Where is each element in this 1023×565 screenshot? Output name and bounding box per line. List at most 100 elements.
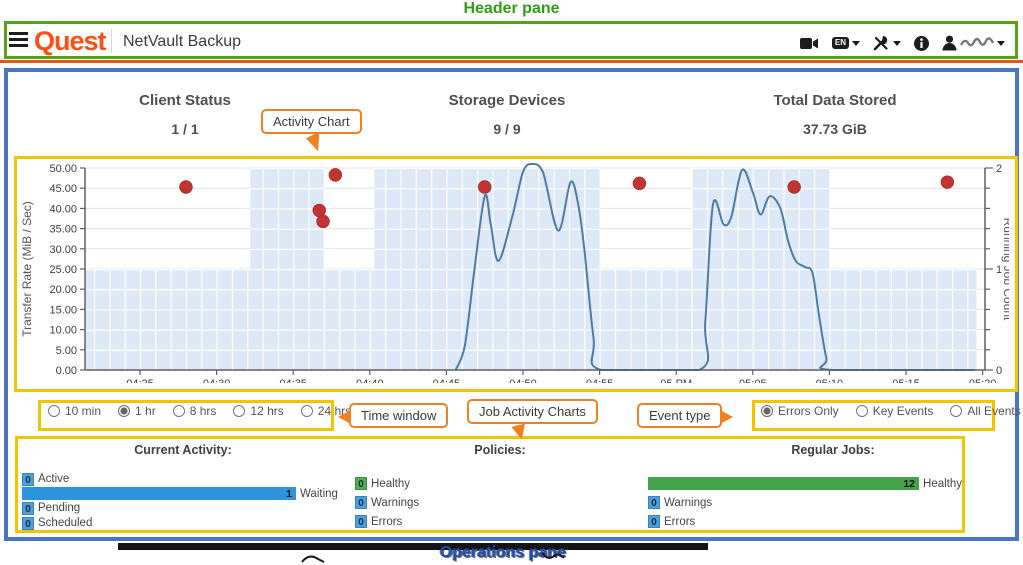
job-row-label: Active (38, 473, 69, 485)
job-activity-row-errors: 0Errors (648, 512, 962, 531)
job-activity-row-waiting: 1Waiting (22, 487, 338, 502)
activity-chart-callout: Activity Chart (261, 109, 362, 134)
policies-title: Policies: (355, 443, 645, 457)
x-axis-tick: 04:30 (203, 378, 231, 383)
radio-label: 10 min (65, 404, 101, 418)
radio-label: Key Events (873, 404, 934, 418)
job-count-chip: 0 (355, 515, 367, 528)
callout-pointer (720, 410, 733, 424)
left-axis-tick: 45.00 (49, 183, 77, 195)
job-row-label: Warnings (371, 497, 419, 509)
error-event-dot (317, 215, 330, 228)
error-event-dot (941, 176, 954, 189)
radio-label: 8 hrs (190, 404, 217, 418)
tools-icon[interactable] (873, 35, 901, 51)
time-window-radio[interactable] (48, 405, 60, 417)
time-window-radio[interactable] (301, 405, 313, 417)
time-window-callout-text: Time window (361, 408, 436, 423)
error-event-dot (788, 181, 801, 194)
job-count-bar: 12 (648, 477, 919, 490)
language-icon[interactable]: EN (832, 37, 860, 49)
job-activity-row-pending: 0Pending (22, 501, 338, 516)
storage-devices-block: Storage Devices 9 / 9 (382, 92, 632, 137)
left-axis-tick: 5.00 (56, 345, 77, 357)
x-axis-tick: 04:50 (509, 378, 537, 383)
event-type-radio[interactable] (761, 405, 773, 417)
time-window-radios: 10 min1 hr8 hrs12 hrs24 hrs (48, 404, 351, 418)
user-icon (942, 35, 957, 51)
x-axis-tick: 05 PM (660, 378, 692, 383)
hamburger-menu-icon[interactable] (9, 32, 28, 48)
time-window-radio[interactable] (233, 405, 245, 417)
x-axis-tick: 04:35 (279, 378, 307, 383)
activity-chart-callout-text: Activity Chart (273, 114, 350, 129)
divider (111, 29, 112, 53)
left-axis-tick: 50.00 (49, 163, 77, 175)
job-activity-callout: Job Activity Charts (467, 399, 598, 424)
job-count-chip: 0 (22, 473, 34, 486)
caret-down-icon (852, 41, 860, 46)
event-type-callout: Event type (637, 403, 722, 428)
policies-rows: 0Healthy0Warnings0Errors (355, 474, 419, 531)
quest-logo: Quest (34, 26, 106, 57)
job-activity-row-healthy: 0 Healthy (355, 474, 419, 493)
time-window-option-12-hrs[interactable]: 12 hrs (233, 404, 283, 418)
header-toolbar: EN (800, 35, 1005, 51)
running-job-count-band (829, 269, 976, 370)
x-axis-tick: 04:45 (433, 378, 461, 383)
time-window-radio[interactable] (118, 405, 130, 417)
info-icon[interactable] (914, 36, 929, 51)
job-row-label: Warnings (664, 497, 712, 509)
time-window-radio[interactable] (173, 405, 185, 417)
event-type-radio[interactable] (950, 405, 962, 417)
status-label: Client Status (60, 92, 310, 109)
time-window-option-10-min[interactable]: 10 min (48, 404, 101, 418)
x-axis-tick: 05:20 (969, 378, 997, 383)
regular-jobs-rows: 12Healthy0Warnings0Errors (648, 474, 962, 531)
job-activity-row-warnings: 0 Warnings (355, 493, 419, 512)
time-window-option-8-hrs[interactable]: 8 hrs (173, 404, 217, 418)
job-row-label: Scheduled (38, 517, 92, 529)
running-job-count-band (324, 269, 375, 370)
left-axis-tick: 15.00 (49, 304, 77, 316)
running-job-count-band (86, 269, 251, 370)
time-window-option-1-hr[interactable]: 1 hr (118, 404, 156, 418)
job-activity-row-scheduled: 0Scheduled (22, 516, 338, 531)
video-camera-icon[interactable] (800, 37, 819, 50)
event-type-option-errors-only[interactable]: Errors Only (761, 404, 839, 418)
error-event-dot (329, 169, 342, 182)
operations-pane-annotation: Operations pane (398, 544, 608, 562)
x-axis-tick: 05:05 (739, 378, 767, 383)
status-value: 37.73 GiB (710, 121, 960, 137)
event-type-option-key-events[interactable]: Key Events (856, 404, 934, 418)
error-event-dot (633, 177, 646, 190)
event-type-radio[interactable] (856, 405, 868, 417)
radio-label: 1 hr (135, 404, 156, 418)
left-axis-title: Transfer Rate (MiB / Sec) (20, 201, 34, 337)
job-row-label: Healthy (371, 478, 410, 490)
activity-chart-canvas: 50.0045.0040.0035.0030.0025.0020.0015.00… (17, 159, 1009, 383)
status-label: Storage Devices (382, 92, 632, 109)
username-redacted (960, 37, 994, 49)
job-count-bar: 1 (22, 487, 296, 500)
current-activity-rows: 0 Active 1Waiting0Pending0Scheduled (22, 472, 338, 530)
job-activity-row-warnings: 0Warnings (648, 493, 962, 512)
total-data-stored-block: Total Data Stored 37.73 GiB (710, 92, 960, 137)
left-axis-tick: 20.00 (49, 284, 77, 296)
job-count-chip: 0 (355, 496, 367, 509)
job-count-chip: 0 (355, 477, 367, 490)
regular-jobs-title: Regular Jobs: (648, 443, 1018, 457)
radio-label: Errors Only (778, 404, 839, 418)
status-value: 9 / 9 (382, 121, 632, 137)
time-window-callout: Time window (349, 403, 448, 428)
left-axis-tick: 35.00 (49, 224, 77, 236)
job-row-label: Errors (664, 516, 695, 528)
event-type-option-all-events[interactable]: All Events (950, 404, 1020, 418)
user-menu[interactable] (942, 35, 1005, 51)
header-pane-annotation: Header pane (0, 0, 1023, 18)
error-event-dot (180, 181, 193, 194)
left-axis-tick: 30.00 (49, 244, 77, 256)
event-type-callout-text: Event type (649, 408, 710, 423)
activity-chart: 50.0045.0040.0035.0030.0025.0020.0015.00… (17, 159, 1009, 383)
job-activity-row-healthy: 12Healthy (648, 474, 962, 493)
